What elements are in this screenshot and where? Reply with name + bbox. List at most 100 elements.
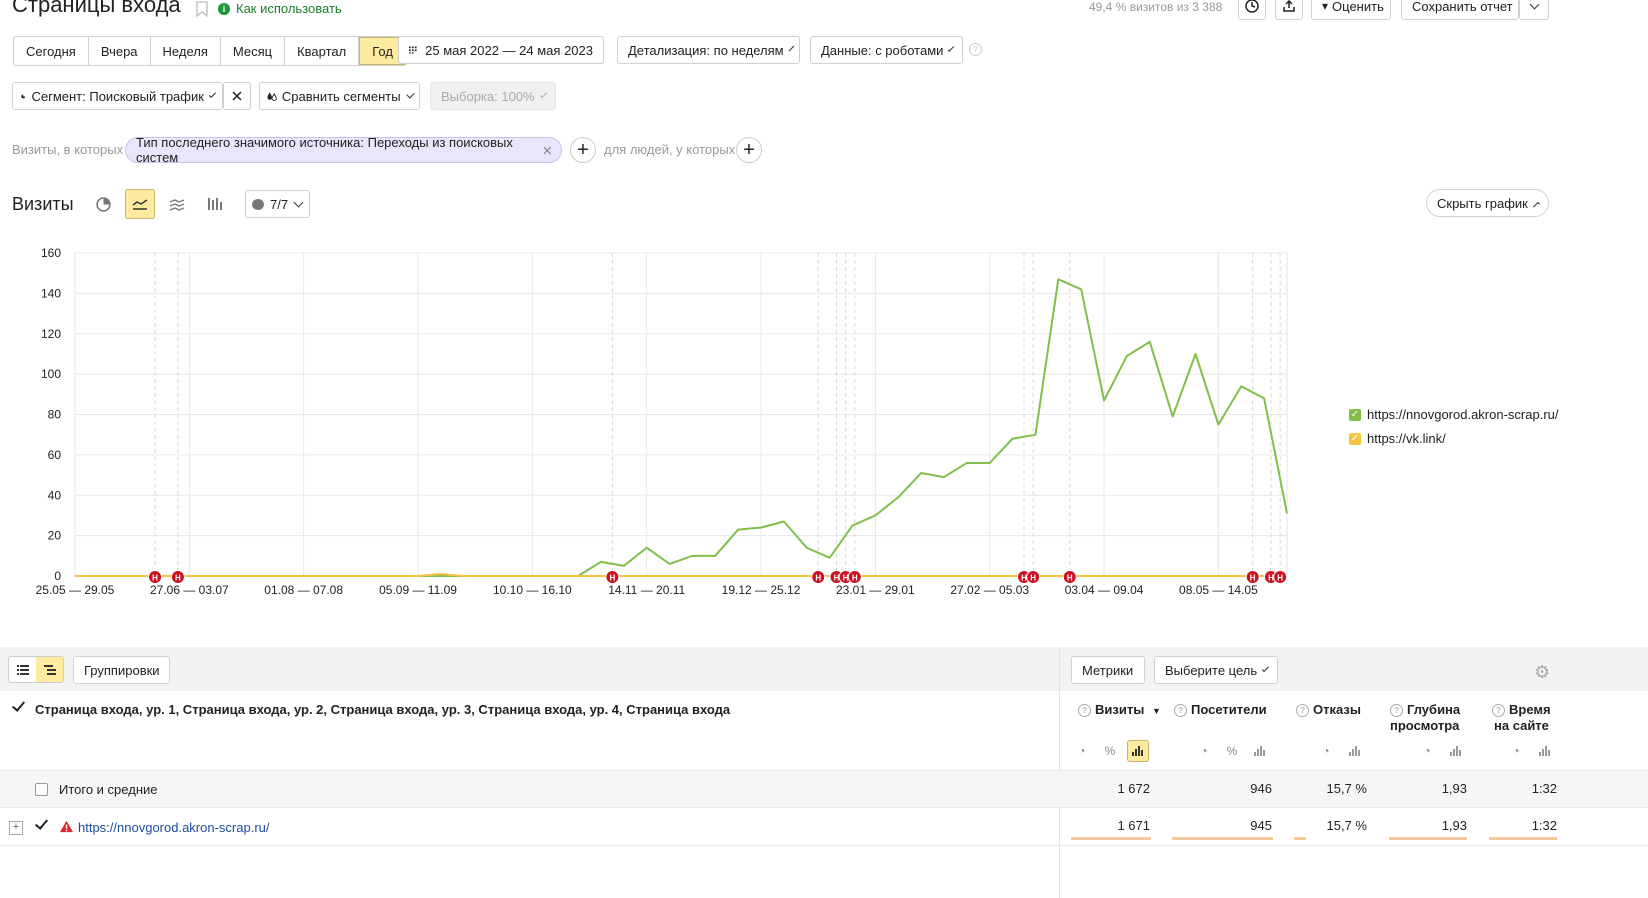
- line-chart-icon: [132, 199, 148, 210]
- x-tick-label: 25.05 — 29.05: [36, 583, 115, 597]
- y-tick-label: 80: [48, 408, 62, 422]
- chevron-down-icon: [539, 90, 547, 98]
- gear-icon[interactable]: ⚙: [1534, 663, 1550, 681]
- series-count-dropdown[interactable]: 7/7: [245, 190, 310, 218]
- y-tick-label: 0: [54, 569, 61, 583]
- col-label: просмотра: [1390, 718, 1460, 733]
- add-visit-filter-button[interactable]: +: [570, 137, 596, 163]
- time-pie-toggle[interactable]: ◔: [1505, 740, 1527, 762]
- annotation-label: Н: [815, 574, 821, 583]
- bookmark-icon[interactable]: [196, 1, 208, 22]
- source-filter-chip[interactable]: Тип последнего значимого источника: Пере…: [125, 135, 562, 165]
- row-visits: 1 671: [1117, 818, 1150, 833]
- col-header-time[interactable]: ? Время на сайте: [1492, 702, 1551, 734]
- bar-chart-icon: [208, 198, 222, 210]
- chart-type-bar-button[interactable]: [199, 189, 229, 219]
- bar-chart-icon: [1450, 746, 1461, 756]
- goal-dropdown[interactable]: Выберите цель: [1154, 656, 1278, 684]
- time-bar-toggle[interactable]: [1534, 740, 1556, 762]
- source-filter-label: Тип последнего значимого источника: Пере…: [136, 135, 513, 165]
- hide-chart-button[interactable]: Скрыть график: [1426, 189, 1549, 217]
- totals-bounces: 15,7 %: [1326, 781, 1367, 796]
- legend-label: https://vk.link/: [1367, 431, 1446, 446]
- period-today[interactable]: Сегодня: [14, 37, 89, 65]
- x-tick-label: 23.01 — 29.01: [836, 583, 915, 597]
- detail-dropdown[interactable]: Детализация: по неделям: [617, 36, 800, 64]
- how-to-link[interactable]: i Как использовать: [218, 1, 342, 16]
- depth-bar-toggle[interactable]: [1445, 740, 1467, 762]
- row-checkbox[interactable]: [35, 820, 48, 833]
- help-icon[interactable]: ?: [969, 43, 982, 56]
- chart-type-pie-button[interactable]: [88, 189, 118, 219]
- chart-type-line-button[interactable]: [125, 189, 155, 219]
- legend-item-vk[interactable]: ✓ https://vk.link/: [1349, 431, 1446, 446]
- col-header-bounces[interactable]: ? Отказы: [1296, 702, 1361, 717]
- checkbox-icon: ✓: [1349, 408, 1361, 421]
- visits-bar-toggle[interactable]: [1127, 740, 1149, 762]
- annotation-label: Н: [610, 574, 616, 583]
- visitors-pie-toggle[interactable]: ◔: [1193, 740, 1215, 762]
- series-line-1: [75, 572, 1287, 577]
- area-chart-icon: [169, 198, 185, 211]
- compare-segments-dropdown[interactable]: Сравнить сегменты: [259, 82, 420, 110]
- visitors-bar-toggle[interactable]: [1249, 740, 1271, 762]
- sample-info: 49,4 % визитов из 3 388: [1089, 0, 1223, 14]
- col-header-visits[interactable]: ? Визиты ▼: [1078, 702, 1161, 717]
- metrics-button[interactable]: Метрики: [1071, 656, 1145, 684]
- people-filter-prefix: для людей, у которых: [604, 142, 736, 157]
- visits-pie-toggle[interactable]: ◔: [1071, 740, 1093, 762]
- history-button[interactable]: [1238, 0, 1266, 20]
- groupings-label: Группировки: [84, 662, 160, 678]
- page-title: Страницы входа: [12, 0, 181, 17]
- segment-clear-button[interactable]: [223, 82, 251, 110]
- add-people-filter-button[interactable]: +: [736, 137, 762, 163]
- col-header-visitors[interactable]: ? Посетители: [1174, 702, 1267, 717]
- chevron-down-icon: [293, 197, 304, 207]
- rate-button[interactable]: ▾ Оценить: [1311, 0, 1391, 20]
- groupings-button[interactable]: Группировки: [73, 656, 170, 684]
- depth-pie-toggle[interactable]: ◔: [1416, 740, 1438, 762]
- period-week[interactable]: Неделя: [151, 37, 221, 65]
- metrics-label: Метрики: [1082, 662, 1134, 678]
- bounces-pie-toggle[interactable]: ◔: [1315, 740, 1337, 762]
- expand-row-button[interactable]: +: [9, 821, 23, 835]
- totals-depth: 1,93: [1441, 781, 1467, 796]
- pie-chart-icon: [95, 196, 111, 212]
- y-tick-label: 100: [41, 367, 61, 381]
- data-label: Данные: с роботами: [821, 42, 944, 58]
- dimension-header[interactable]: Страница входа, ур. 1, Страница входа, у…: [35, 702, 730, 717]
- row-url-link[interactable]: https://nnovgorod.akron-scrap.ru/: [78, 820, 270, 835]
- visits-percent-toggle[interactable]: %: [1099, 740, 1121, 762]
- tree-view-button[interactable]: [36, 657, 63, 682]
- annotation-label: Н: [852, 574, 858, 583]
- legend-item-akron[interactable]: ✓ https://nnovgorod.akron-scrap.ru/: [1349, 407, 1559, 422]
- export-button[interactable]: [1275, 0, 1303, 20]
- tree-icon: [43, 664, 56, 675]
- chevron-down-icon: [208, 90, 217, 98]
- chart-type-area-button[interactable]: [162, 189, 192, 219]
- y-tick-label: 40: [48, 488, 62, 502]
- save-report-menu-button[interactable]: [1519, 0, 1549, 20]
- data-dropdown[interactable]: Данные: с роботами: [810, 36, 963, 64]
- save-report-button[interactable]: Сохранить отчет: [1401, 0, 1519, 20]
- period-yesterday[interactable]: Вчера: [89, 37, 151, 65]
- visitors-percent-toggle[interactable]: %: [1221, 740, 1243, 762]
- segment-dropdown[interactable]: Сегмент: Поисковый трафик: [12, 82, 223, 110]
- totals-checkbox[interactable]: [35, 783, 48, 796]
- bounces-bar-toggle[interactable]: [1344, 740, 1366, 762]
- comment-icon: [252, 198, 264, 210]
- sample-dropdown[interactable]: Выборка: 100%: [430, 82, 556, 110]
- period-quarter[interactable]: Квартал: [285, 37, 360, 65]
- row-visitors: 945: [1250, 818, 1272, 833]
- rate-label: Оценить: [1332, 0, 1384, 14]
- time-share-bar: [1489, 837, 1557, 840]
- period-month[interactable]: Месяц: [221, 37, 286, 65]
- col-label: Визиты: [1095, 702, 1145, 717]
- close-icon[interactable]: [542, 146, 552, 155]
- date-range-button[interactable]: 25 мая 2022 — 24 мая 2023: [398, 36, 604, 64]
- select-all-checkbox[interactable]: [12, 702, 25, 715]
- list-view-button[interactable]: [9, 657, 36, 682]
- col-header-depth[interactable]: ? Глубина просмотра: [1390, 702, 1460, 734]
- checkbox-icon: ✓: [1349, 432, 1361, 445]
- detail-label: Детализация: по неделям: [628, 42, 784, 58]
